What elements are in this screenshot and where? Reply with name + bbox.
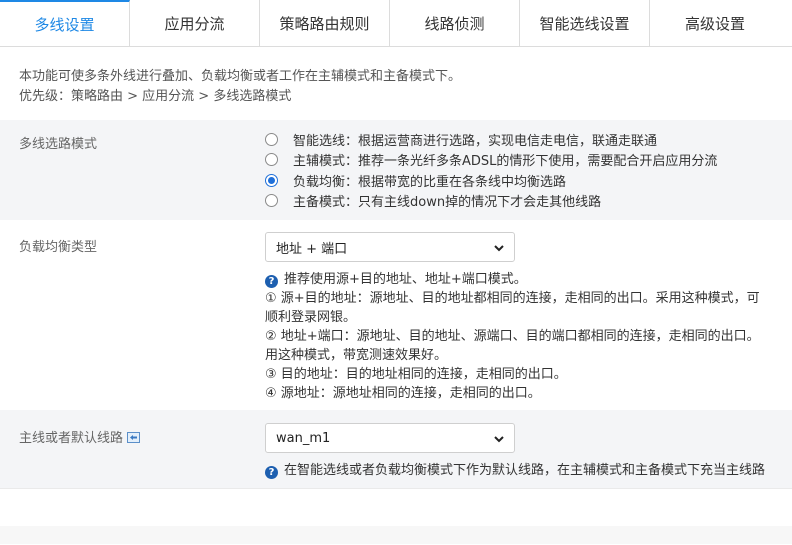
help-line: 推荐使用源+目的地址、地址+端口模式。	[284, 272, 527, 287]
chevron-down-icon	[494, 436, 504, 443]
help-line: 顺利登录网银。	[265, 310, 357, 325]
mode-label: 多线选路模式	[19, 137, 98, 152]
default-line-label-text: 主线或者默认线路	[19, 431, 124, 446]
lb-type-help: ? 推荐使用源+目的地址、地址+端口模式。 ① 源+目的地址：源地址、目的地址都相…	[265, 270, 760, 403]
lb-type-select[interactable]: 地址 + 端口	[265, 232, 515, 262]
help-line: ② 地址+端口：源地址、目的地址、源端口、目的端口都相同的连接，走相同的出口。	[265, 329, 760, 344]
mode-option-text: 主备模式：只有主线down掉的情况下才会走其他线路	[293, 194, 602, 210]
default-line-selected: wan_m1	[276, 430, 331, 446]
priority-text: 优先级：策略路由 > 应用分流 > 多线选路模式	[19, 89, 292, 104]
intro-description: 本功能可使多条外线进行叠加、负载均衡或者工作在主辅模式和主备模式下。	[19, 69, 462, 84]
default-line-help: ? 在智能选线或者负载均衡模式下作为默认线路，在主辅模式和主备模式下充当主线路	[265, 461, 765, 480]
default-line-label: 主线或者默认线路	[19, 427, 141, 446]
radio-primary-backup[interactable]	[265, 193, 278, 207]
tab-multiline-settings[interactable]: 多线设置	[0, 0, 130, 46]
footer-strip	[0, 526, 792, 544]
mode-option-text: 负载均衡：根据带宽的比重在各条线中均衡选路	[293, 174, 567, 190]
mode-option-load-balance[interactable]: 负载均衡：根据带宽的比重在各条线中均衡选路	[265, 170, 566, 190]
tab-policy-routing-rules[interactable]: 策略路由规则	[260, 0, 390, 46]
radio-smart[interactable]	[265, 132, 278, 146]
tab-smart-line-settings[interactable]: 智能选线设置	[520, 0, 650, 46]
tab-advanced-settings[interactable]: 高级设置	[650, 0, 780, 46]
default-line-select[interactable]: wan_m1	[265, 423, 515, 453]
chevron-down-icon	[494, 245, 504, 252]
help-line: ③ 目的地址：目的地址相同的连接，走相同的出口。	[265, 367, 567, 382]
help-line: 用这种模式，带宽测速效果好。	[265, 348, 448, 363]
tab-bar: 多线设置 应用分流 策略路由规则 线路侦测 智能选线设置 高级设置	[0, 0, 792, 47]
help-icon: ?	[265, 275, 278, 288]
mode-option-primary-aux[interactable]: 主辅模式：推荐一条光纤多条ADSL的情形下使用，需要配合开启应用分流	[265, 149, 717, 169]
intro-section: 本功能可使多条外线进行叠加、负载均衡或者工作在主辅模式和主备模式下。 优先级：策…	[0, 47, 792, 119]
help-icon: ?	[265, 466, 278, 479]
tab-line-detection[interactable]: 线路侦测	[390, 0, 520, 46]
mode-option-text: 主辅模式：推荐一条光纤多条ADSL的情形下使用，需要配合开启应用分流	[293, 153, 718, 169]
help-line: 在智能选线或者负载均衡模式下作为默认线路，在主辅模式和主备模式下充当主线路	[284, 463, 766, 478]
default-line-section: 主线或者默认线路 wan_m1 ? 在智能选线或者负载均衡模式下作为默认线路，在主…	[0, 410, 792, 488]
tab-app-distribution[interactable]: 应用分流	[130, 0, 260, 46]
lb-type-selected: 地址 + 端口	[276, 241, 348, 257]
radio-load-balance[interactable]	[265, 173, 278, 187]
lb-type-section: 负载均衡类型 地址 + 端口 ? 推荐使用源+目的地址、地址+端口模式。 ① 源+…	[0, 220, 792, 410]
mode-option-smart[interactable]: 智能选线：根据运营商进行选路，实现电信走电信，联通走联通	[265, 129, 657, 149]
info-icon[interactable]	[127, 432, 141, 443]
lb-type-label: 负载均衡类型	[19, 240, 98, 255]
help-line: ④ 源地址：源地址相同的连接，走相同的出口。	[265, 386, 541, 401]
mode-option-primary-backup[interactable]: 主备模式：只有主线down掉的情况下才会走其他线路	[265, 190, 601, 210]
help-line: ① 源+目的地址：源地址、目的地址都相同的连接，走相同的出口。采用这种模式，可	[265, 291, 760, 306]
radio-primary-aux[interactable]	[265, 152, 278, 166]
mode-section: 多线选路模式 智能选线：根据运营商进行选路，实现电信走电信，联通走联通 主辅模式…	[0, 120, 792, 220]
mode-option-text: 智能选线：根据运营商进行选路，实现电信走电信，联通走联通	[293, 133, 658, 149]
